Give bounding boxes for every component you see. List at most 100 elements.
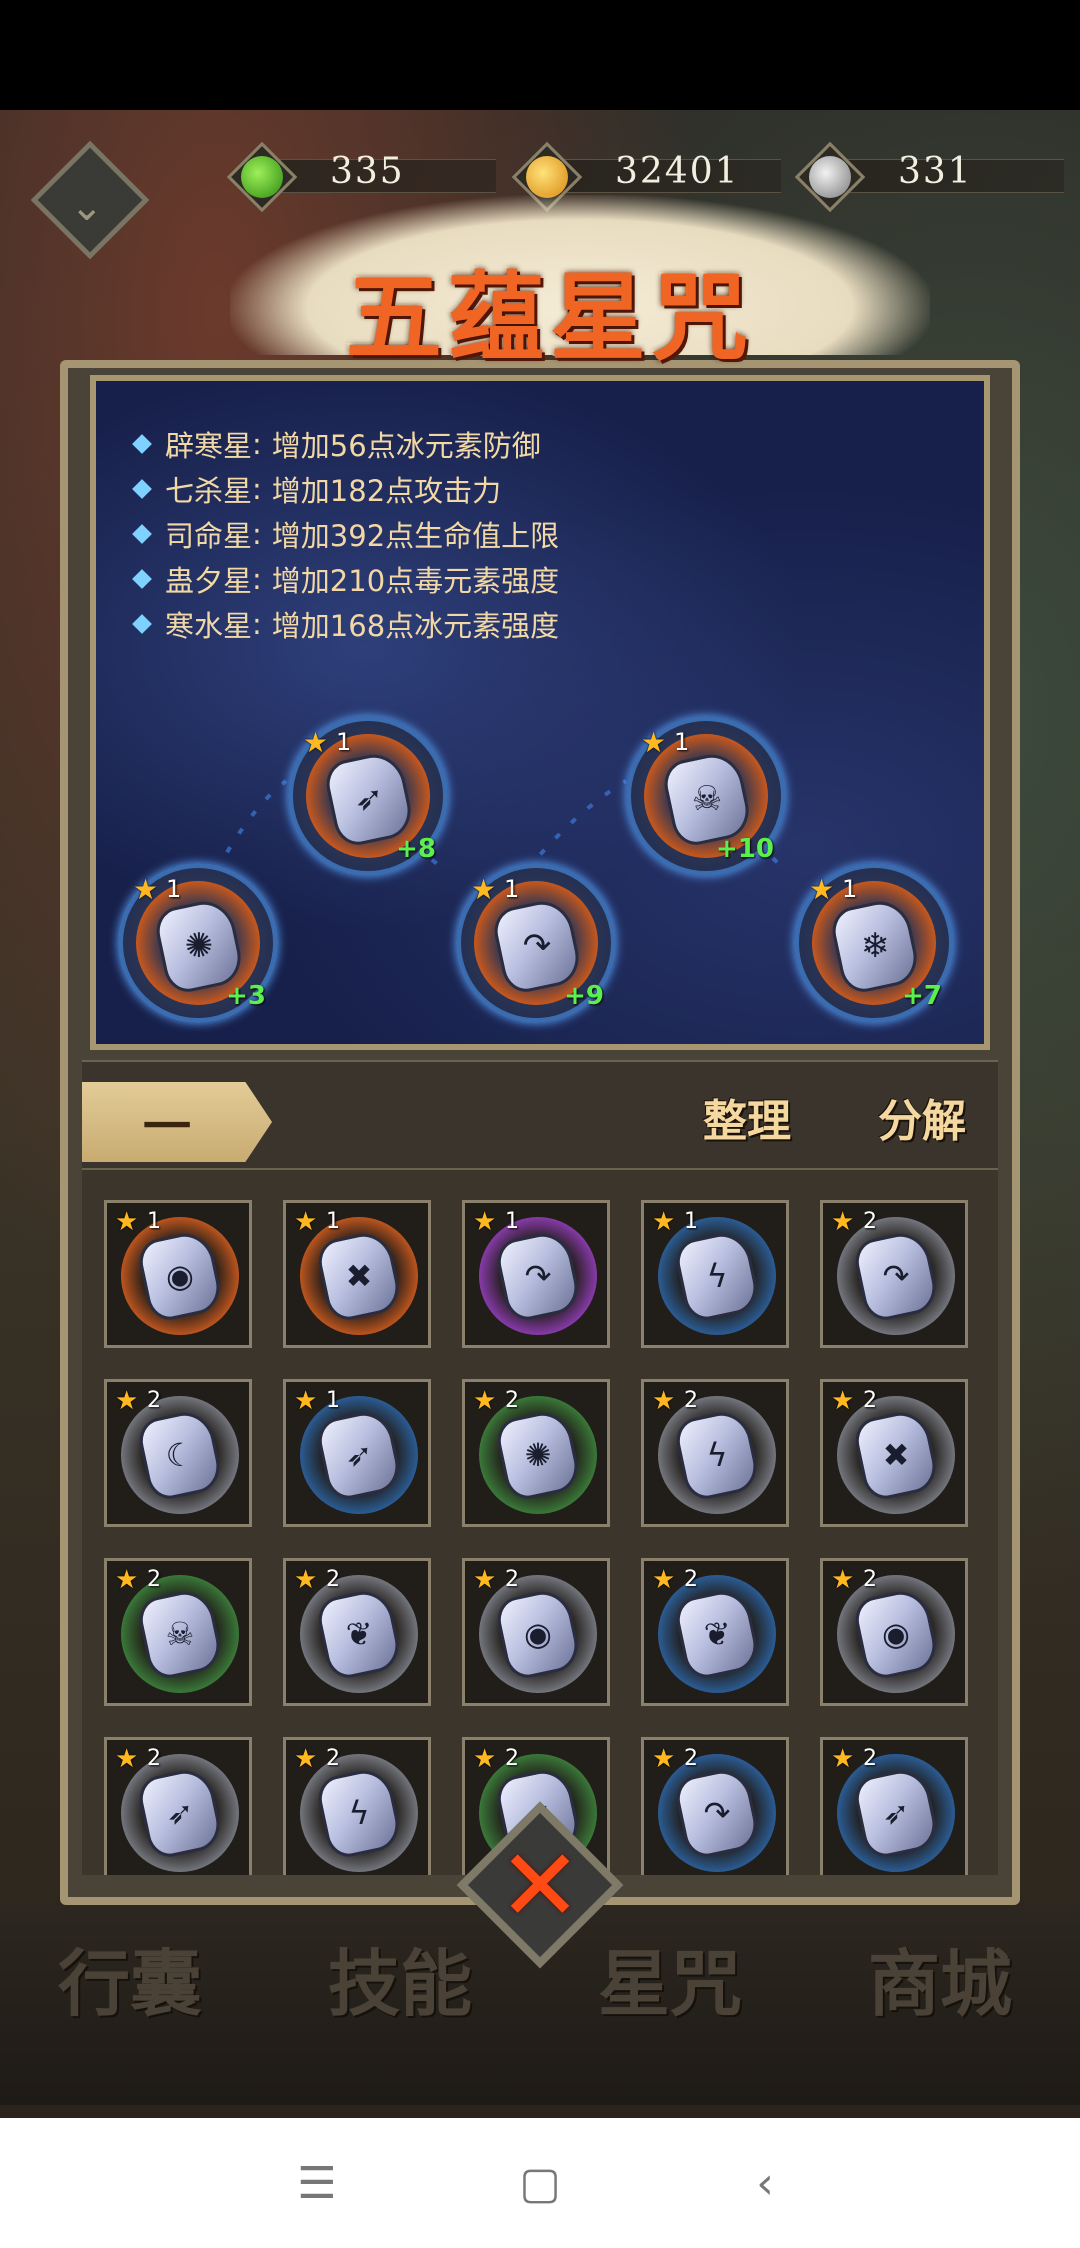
decompose-button[interactable]: 分解 (837, 1072, 997, 1162)
star-icon: ★ (115, 1386, 139, 1416)
status-bar (0, 0, 1080, 110)
inventory-slot[interactable]: ϟ ★ 2 (641, 1379, 789, 1527)
rune-stone: ❦ (672, 1586, 762, 1682)
rune-stone: ◉ (493, 1586, 583, 1682)
star-map: 辟寒星: 增加56点冰元素防御 七杀星: 增加182点攻击力 司命星: 增加392点生… (90, 375, 990, 1050)
rune-stone: ➶ (851, 1765, 941, 1861)
rune-level: 1 (326, 1209, 340, 1234)
rune-level: 2 (863, 1746, 877, 1771)
inventory-slot[interactable]: ❦ ★ 2 (283, 1558, 431, 1706)
rune-level: 2 (863, 1209, 877, 1234)
back-icon[interactable]: ‹ (730, 2148, 800, 2218)
star-icon: ★ (115, 1207, 139, 1237)
star-icon: ★ (652, 1207, 676, 1237)
rune-stone: ✖ (851, 1407, 941, 1503)
inventory-slot[interactable]: ➶ ★ 2 (820, 1737, 968, 1875)
menu-icon[interactable]: ☰ (282, 2148, 352, 2218)
rune-symbol-icon: ◉ (166, 1257, 194, 1295)
rune-symbol-icon: ◉ (524, 1615, 552, 1653)
rune-level: 2 (147, 1388, 161, 1413)
inventory-slot[interactable]: ◉ ★ 1 (104, 1200, 252, 1348)
sort-button[interactable]: 整理 (662, 1072, 822, 1162)
rune-level: 2 (863, 1567, 877, 1592)
rune-stone: ❦ (314, 1586, 404, 1682)
slot-bonus: +9 (564, 981, 604, 1011)
arrow-rune-icon: ➶ (354, 779, 384, 819)
skull-rune-icon: ☠ (691, 779, 723, 819)
star-icon: ★ (652, 1386, 676, 1416)
rune-symbol-icon: ➶ (882, 1794, 910, 1832)
menu-toggle-button[interactable]: ⌄ (30, 140, 150, 260)
rune-symbol-icon: ✖ (882, 1436, 910, 1474)
star-icon: ★ (809, 873, 835, 906)
rune-level: 1 (505, 1209, 519, 1234)
star-icon: ★ (115, 1744, 139, 1774)
inventory-slot[interactable]: ➶ ★ 1 (283, 1379, 431, 1527)
star-slot[interactable]: ☠ ★ 1 +10 (626, 716, 786, 876)
home-square-icon[interactable]: ▢ (505, 2148, 575, 2218)
inventory-slot[interactable]: ϟ ★ 1 (641, 1200, 789, 1348)
rune-symbol-icon: ↷ (703, 1794, 731, 1832)
inventory-slot[interactable]: ↷ ★ 2 (820, 1200, 968, 1348)
rune-symbol-icon: ❦ (345, 1615, 373, 1653)
star-slot[interactable]: ✺ ★ 1 +3 (118, 863, 278, 1023)
rune-stone: ↷ (851, 1228, 941, 1324)
inventory-slot[interactable]: ↷ ★ 2 (641, 1737, 789, 1875)
star-icon: ★ (294, 1207, 318, 1237)
nav-bag[interactable]: 行囊 (20, 1925, 240, 2030)
inventory-slot[interactable]: ☠ ★ 2 (104, 1558, 252, 1706)
star-slot[interactable]: ↷ ★ 1 +9 (456, 863, 616, 1023)
rune-stone: ϟ (672, 1407, 762, 1503)
slot-bonus: +10 (716, 834, 774, 864)
rune-stone: ↷ (672, 1765, 762, 1861)
close-button[interactable]: ✕ (455, 1800, 625, 1970)
page-title: 五蕴星咒 (346, 261, 754, 374)
slot-bonus: +3 (226, 981, 266, 1011)
rune-symbol-icon: ☠ (165, 1615, 195, 1653)
inventory-slot[interactable]: ✖ ★ 1 (283, 1200, 431, 1348)
inventory-slot[interactable]: ❦ ★ 2 (641, 1558, 789, 1706)
currency-value: 32401 (615, 151, 740, 192)
star-slot[interactable]: ➶ ★ 1 +8 (288, 716, 448, 876)
rune-stone: ◉ (135, 1228, 225, 1324)
rune-symbol-icon: ☾ (165, 1436, 195, 1474)
rune-level: 2 (684, 1746, 698, 1771)
currency-value: 331 (898, 151, 973, 192)
slot-level: 1 (674, 728, 690, 756)
rune-symbol-icon: ➶ (345, 1436, 373, 1474)
inventory-slot[interactable]: ◉ ★ 2 (462, 1558, 610, 1706)
star-icon: ★ (115, 1565, 139, 1595)
rune-stone: ϟ (314, 1765, 404, 1861)
star-slot[interactable]: ❄ ★ 1 +7 (794, 863, 954, 1023)
rune-level: 2 (326, 1567, 340, 1592)
arm-rune-icon: ↷ (522, 926, 552, 966)
slot-bonus: +8 (396, 834, 436, 864)
rune-symbol-icon: ✺ (524, 1436, 552, 1474)
slot-bonus: +7 (902, 981, 942, 1011)
nav-shop[interactable]: 商城 (830, 1925, 1050, 2030)
sun-rune-icon: ✺ (184, 926, 214, 966)
tab-bar: 一 整理 分解 (82, 1060, 998, 1170)
slot-level: 1 (504, 875, 520, 903)
inventory-slot[interactable]: ✺ ★ 2 (462, 1379, 610, 1527)
inventory-slot[interactable]: ☾ ★ 2 (104, 1379, 252, 1527)
snowflake-rune-icon: ❄ (860, 926, 890, 966)
rune-symbol-icon: ↷ (882, 1257, 910, 1295)
rune-stone: ☠ (135, 1586, 225, 1682)
rune-symbol-icon: ➶ (166, 1794, 194, 1832)
inventory-slot[interactable]: ➶ ★ 2 (104, 1737, 252, 1875)
star-icon: ★ (294, 1386, 318, 1416)
inventory-slot[interactable]: ◉ ★ 2 (820, 1558, 968, 1706)
star-icon: ★ (294, 1565, 318, 1595)
rune-symbol-icon: ϟ (706, 1436, 728, 1474)
rune-level: 2 (147, 1746, 161, 1771)
inventory-slot[interactable]: ϟ ★ 2 (283, 1737, 431, 1875)
inventory-grid: ◉ ★ 1 ✖ ★ 1 ↷ ★ 1 ϟ ★ 1 ↷ ★ 2 ☾ ★ 2 ➶ ★ 1 ✺ ★ 2 ϟ ★ 2 ✖ ★ 2 ☠ ★ 2 ❦ ★ 2 ◉ ★ 2 ❦… (104, 1200, 968, 1875)
rune-symbol-icon: ϟ (348, 1794, 370, 1832)
inventory-slot[interactable]: ↷ ★ 1 (462, 1200, 610, 1348)
rune-stone: ➶ (135, 1765, 225, 1861)
tab-page-one[interactable]: 一 (82, 1082, 272, 1162)
inventory-slot[interactable]: ✖ ★ 2 (820, 1379, 968, 1527)
silver-swirl-icon (809, 156, 851, 198)
star-icon: ★ (473, 1744, 497, 1774)
